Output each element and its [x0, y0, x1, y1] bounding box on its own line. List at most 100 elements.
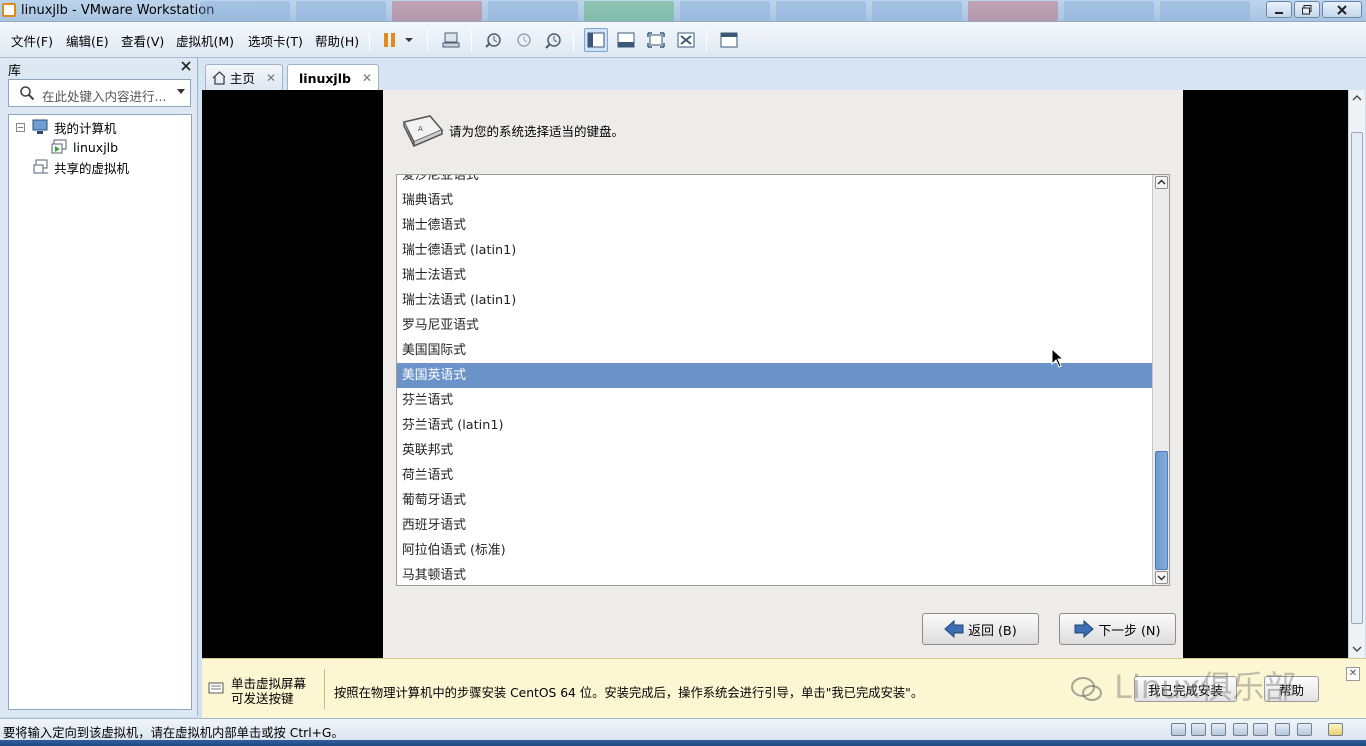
list-item[interactable]: 瑞士法语式	[397, 263, 1153, 288]
menu-help[interactable]: 帮助(H)	[315, 31, 359, 50]
arrow-right-icon	[1074, 620, 1095, 638]
toolbar-separator	[471, 29, 472, 51]
thumbnail-view-button[interactable]	[717, 28, 741, 52]
svg-text:A: A	[418, 125, 423, 133]
hard-disk-icon[interactable]	[1171, 723, 1186, 736]
list-item[interactable]: 瑞士德语式	[397, 213, 1153, 238]
revert-snapshot-button[interactable]	[511, 28, 535, 52]
menu-edit[interactable]: 编辑(E)	[66, 31, 109, 50]
vm-view-scrollbar[interactable]	[1348, 90, 1365, 658]
status-message: 要将输入定向到该虚拟机，请在虚拟机内部单击或按 Ctrl+G。	[3, 726, 344, 740]
tree-item-linuxjlb[interactable]: linuxjlb	[51, 138, 118, 156]
watermark-text: Linux俱乐部	[1114, 668, 1297, 706]
chevron-up-icon[interactable]	[1352, 93, 1362, 103]
list-item[interactable]: 英联邦式	[397, 438, 1153, 463]
minimize-icon	[1275, 11, 1283, 14]
maximize-button[interactable]	[1294, 1, 1320, 18]
list-item[interactable]: 瑞典语式	[397, 188, 1153, 213]
next-button[interactable]: 下一步 (N)	[1059, 613, 1176, 645]
console-view-button[interactable]	[614, 28, 638, 52]
minimize-button[interactable]	[1266, 1, 1292, 18]
install-hint-message: 按照在物理计算机中的步骤安装 CentOS 64 位。安装完成后，操作系统会进行…	[334, 686, 924, 700]
close-icon	[181, 61, 191, 71]
hint-separator	[324, 669, 325, 709]
list-item[interactable]: 葡萄牙语式	[397, 488, 1153, 513]
scroll-thumb[interactable]	[1351, 132, 1363, 624]
back-button[interactable]: 返回 (B)	[922, 613, 1039, 645]
list-item[interactable]: 阿拉伯语式 (标准)	[397, 538, 1153, 563]
thumbnail-view-icon	[720, 32, 738, 48]
list-item[interactable]: 爱沙尼亚语式	[397, 175, 1153, 188]
vmware-window: linuxjlb - VMware Workstation 文件(F) 编辑(E…	[0, 0, 1366, 746]
scroll-down-button[interactable]	[1155, 571, 1168, 584]
show-library-button[interactable]	[584, 28, 608, 52]
list-item[interactable]: 芬兰语式	[397, 388, 1153, 413]
library-search-input[interactable]: 在此处键入内容进行...	[8, 79, 191, 107]
centos-installer-screen: A 请为您的系统选择适当的键盘。 爱沙尼亚语式 瑞典语式 瑞士德语式 瑞士德语式…	[383, 90, 1183, 658]
keyboard-list[interactable]: 爱沙尼亚语式 瑞典语式 瑞士德语式 瑞士德语式 (latin1) 瑞士法语式 瑞…	[396, 174, 1170, 586]
chevron-down-icon[interactable]	[1352, 644, 1362, 654]
power-dropdown-button[interactable]	[401, 28, 417, 52]
chevron-down-icon	[1157, 575, 1166, 581]
tab-close-icon[interactable]: ✕	[362, 71, 372, 85]
list-item-selected[interactable]: 美国英语式	[397, 363, 1153, 388]
chevron-down-icon[interactable]	[177, 89, 185, 94]
hint-close-button[interactable]: ✕	[1346, 667, 1360, 681]
list-item[interactable]: 瑞士法语式 (latin1)	[397, 288, 1153, 313]
collapse-icon[interactable]: −	[16, 122, 25, 132]
list-item[interactable]: 瑞士德语式 (latin1)	[397, 238, 1153, 263]
tab-close-icon[interactable]: ✕	[266, 71, 276, 85]
toolbar-separator	[369, 29, 370, 51]
tab-home[interactable]: 主页 ✕	[205, 64, 283, 90]
list-item[interactable]: 马其顿语式	[397, 563, 1153, 585]
usb-icon[interactable]	[1275, 723, 1290, 736]
cd-dvd-icon[interactable]	[1191, 723, 1206, 736]
message-log-icon[interactable]	[1328, 723, 1343, 736]
status-bar: 要将输入定向到该虚拟机，请在虚拟机内部单击或按 Ctrl+G。	[0, 718, 1366, 740]
library-close-button[interactable]	[181, 59, 191, 75]
background-taskbar-tabs	[200, 1, 1250, 21]
display-icon[interactable]	[1297, 723, 1312, 736]
library-tree: − 我的计算机 linuxjlb 共享的虚拟机	[8, 114, 192, 710]
network-adapter-icon[interactable]	[1211, 723, 1226, 736]
menu-view[interactable]: 查看(V)	[121, 31, 164, 50]
scroll-up-button[interactable]	[1155, 176, 1168, 189]
send-ctrl-alt-del-button[interactable]	[439, 28, 463, 52]
list-item[interactable]: 芬兰语式 (latin1)	[397, 413, 1153, 438]
list-item[interactable]: 荷兰语式	[397, 463, 1153, 488]
close-button[interactable]	[1322, 1, 1362, 18]
full-screen-button[interactable]	[644, 28, 668, 52]
library-panel: 库 在此处键入内容进行... − 我的计算机 linuxjlb 共享的虚拟机	[0, 58, 198, 716]
tab-linuxjlb[interactable]: linuxjlb ✕	[287, 64, 379, 91]
unity-button[interactable]	[674, 28, 698, 52]
install-hint-bar: 单击虚拟屏幕 可发送按键 按照在物理计算机中的步骤安装 CentOS 64 位。…	[202, 658, 1366, 718]
sound-card-icon[interactable]	[1253, 723, 1268, 736]
toolbar-separator	[706, 29, 707, 51]
home-icon	[212, 70, 225, 85]
list-item[interactable]: 美国国际式	[397, 338, 1153, 363]
menu-tabs[interactable]: 选项卡(T)	[248, 31, 303, 50]
menu-file[interactable]: 文件(F)	[11, 31, 53, 50]
scroll-thumb[interactable]	[1155, 451, 1168, 570]
close-icon	[1337, 4, 1347, 15]
snapshot-manager-button[interactable]	[541, 28, 565, 52]
vm-display[interactable]: A 请为您的系统选择适当的键盘。 爱沙尼亚语式 瑞典语式 瑞士德语式 瑞士德语式…	[202, 90, 1348, 658]
keyboard-prompt: 请为您的系统选择适当的键盘。	[449, 124, 625, 139]
printer-icon[interactable]	[1233, 723, 1248, 736]
tab-home-label: 主页	[229, 71, 255, 86]
search-placeholder: 在此处键入内容进行...	[42, 89, 167, 104]
list-item[interactable]: 西班牙语式	[397, 513, 1153, 538]
hint-line-1: 单击虚拟屏幕	[231, 676, 307, 691]
hint-line-2: 可发送按键	[231, 691, 294, 706]
tree-item-shared-vms[interactable]: 共享的虚拟机	[33, 158, 129, 176]
pause-button[interactable]	[378, 28, 402, 52]
tree-item-my-computer[interactable]: − 我的计算机	[16, 118, 117, 136]
list-item[interactable]: 罗马尼亚语式	[397, 313, 1153, 338]
click-screen-hint: 单击虚拟屏幕 可发送按键	[231, 676, 306, 706]
shared-vm-icon	[33, 159, 48, 174]
back-button-label: 返回 (B)	[968, 623, 1017, 639]
tree-label-my-computer: 我的计算机	[54, 120, 117, 136]
snapshot-button[interactable]	[481, 28, 505, 52]
menu-vm[interactable]: 虚拟机(M)	[176, 31, 234, 50]
keyboard-list-scrollbar[interactable]	[1152, 175, 1169, 585]
